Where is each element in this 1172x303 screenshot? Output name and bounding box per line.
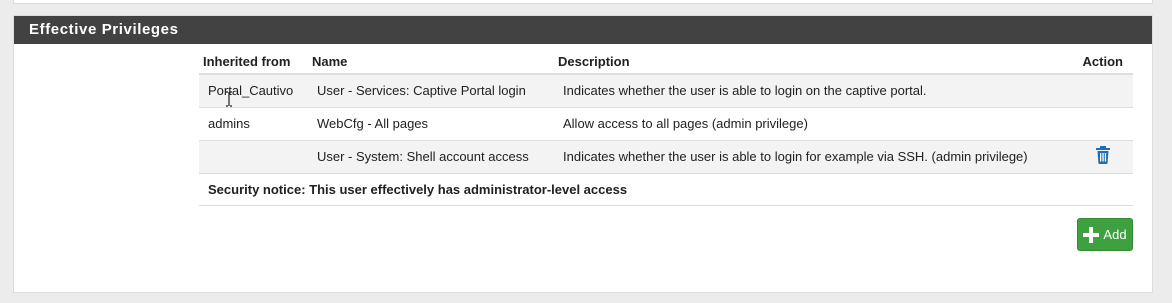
header-action: Action: [1077, 45, 1133, 75]
header-name: Name: [308, 45, 554, 75]
previous-panel-bottom: [13, 0, 1153, 4]
text-cursor-icon: [226, 91, 232, 107]
security-notice-row: Security notice: This user effectively h…: [199, 172, 1133, 206]
cell-name: WebCfg - All pages: [308, 106, 554, 140]
cell-inherited-from: Portal_Cautivo: [199, 73, 308, 107]
cell-name: User - Services: Captive Portal login: [308, 73, 554, 107]
cell-name: User - System: Shell account access: [308, 139, 554, 173]
table-row: admins WebCfg - All pages Allow access t…: [199, 106, 1133, 140]
header-description: Description: [554, 45, 1077, 75]
cell-inherited-from: [199, 139, 308, 173]
table-row: User - System: Shell account access Indi…: [199, 139, 1133, 173]
cell-action: [1077, 106, 1133, 140]
cell-action: [1077, 139, 1133, 173]
cell-description: Indicates whether the user is able to lo…: [554, 73, 1077, 107]
plus-icon: [1083, 226, 1100, 243]
privileges-table: Inherited from Name Description Action P…: [199, 45, 1133, 206]
add-button-label: Add: [1103, 227, 1127, 242]
table-row: Portal_Cautivo User - Services: Captive …: [199, 73, 1133, 107]
cell-description: Indicates whether the user is able to lo…: [554, 139, 1077, 173]
header-inherited-from: Inherited from: [199, 45, 308, 75]
panel-title: Effective Privileges: [14, 16, 1152, 44]
trash-icon[interactable]: [1095, 146, 1111, 164]
cell-description: Allow access to all pages (admin privile…: [554, 106, 1077, 140]
cell-inherited-from: admins: [199, 106, 308, 140]
cell-action: [1077, 73, 1133, 107]
security-notice: Security notice: This user effectively h…: [199, 172, 1133, 206]
table-header-row: Inherited from Name Description Action: [199, 45, 1133, 75]
add-button[interactable]: Add: [1077, 218, 1133, 251]
